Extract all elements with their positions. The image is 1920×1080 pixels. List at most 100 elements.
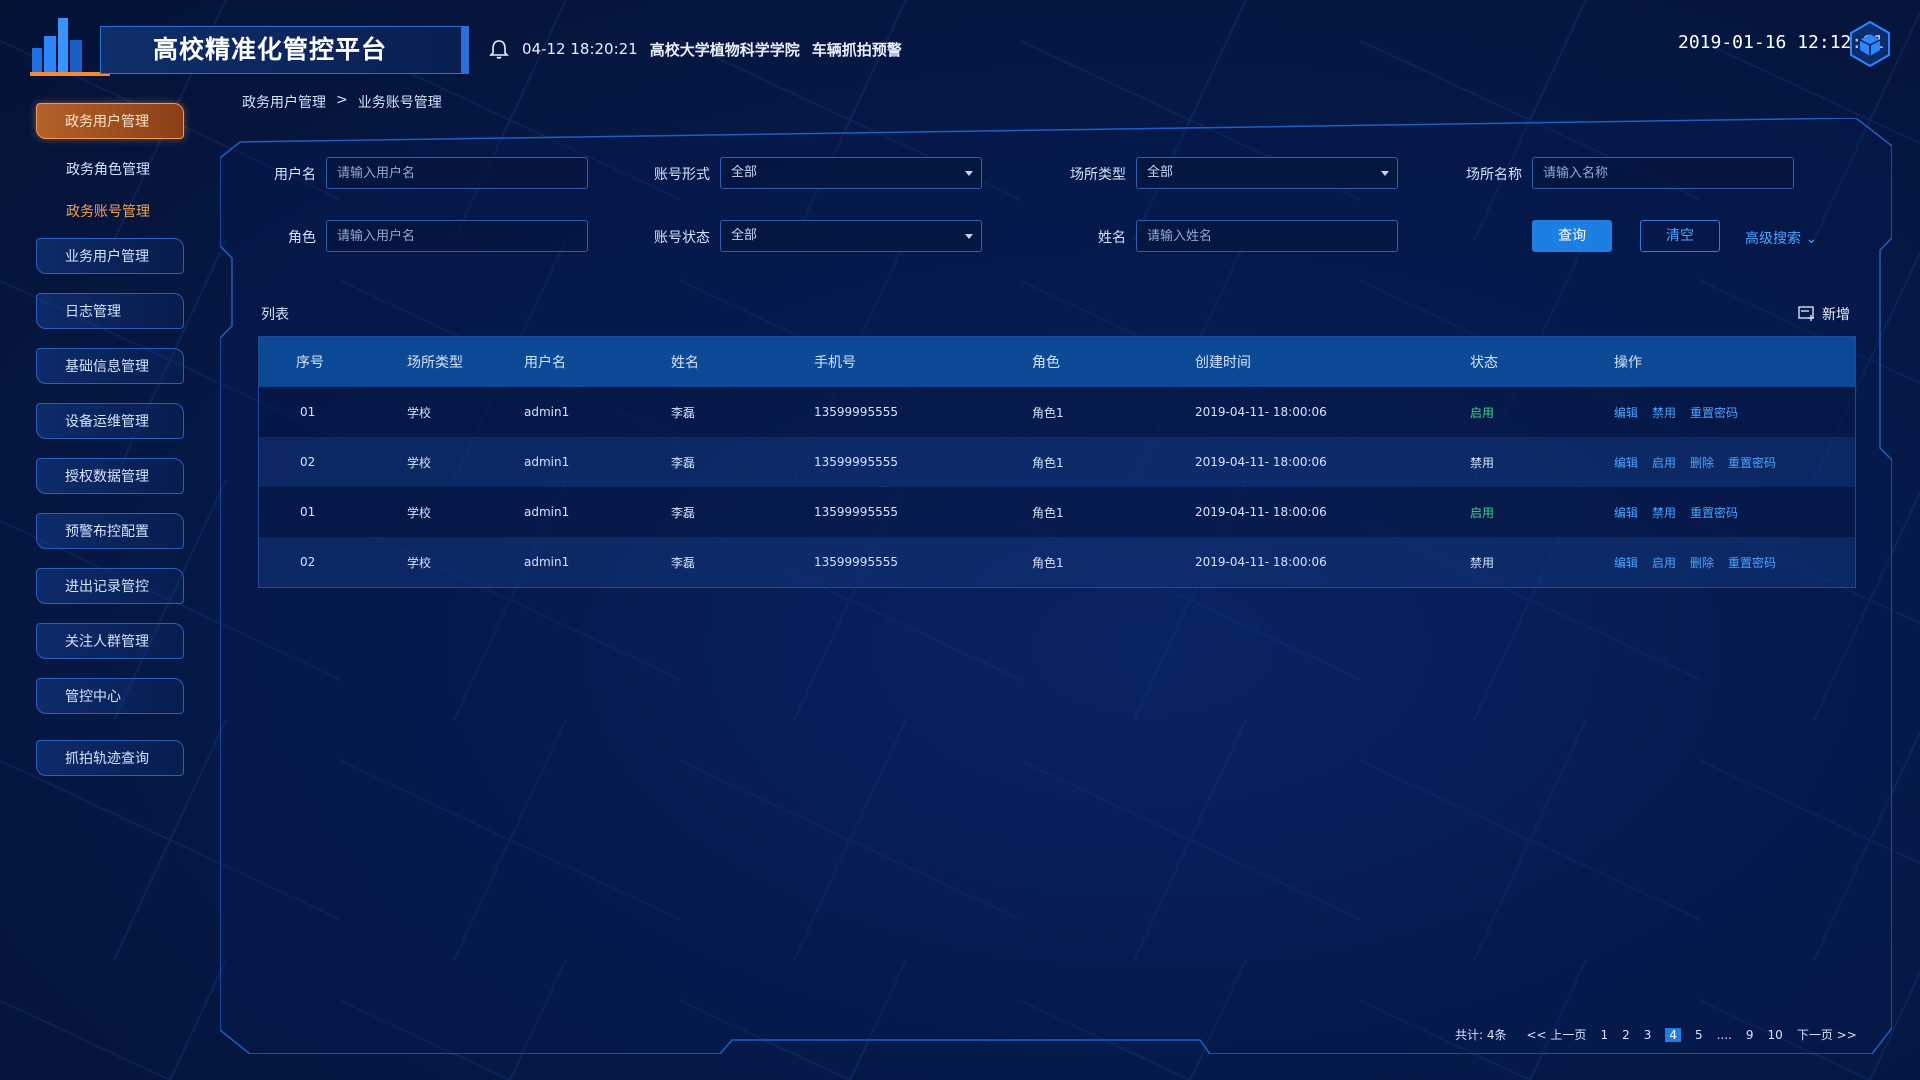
cell-name: 李磊 — [671, 505, 696, 520]
name-input[interactable] — [1136, 220, 1398, 252]
cell-created: 2019-04-11- 18:00:06 — [1195, 555, 1327, 569]
col-header-status: 状态 — [1470, 355, 1498, 371]
sidebar-item-device-ops[interactable]: 设备运维管理 — [36, 403, 184, 439]
cell-phone: 13599995555 — [814, 505, 898, 519]
pagination-page[interactable]: 10 — [1768, 1028, 1783, 1042]
reset-password-link[interactable]: 重置密码 — [1728, 556, 1776, 570]
sidebar-item-gov-accounts[interactable]: 政务账号管理 — [66, 201, 150, 221]
table-row[interactable]: 02 学校 admin1 李磊 13599995555 角色1 2019-04-… — [259, 437, 1855, 487]
edit-link[interactable]: 编辑 — [1614, 406, 1638, 420]
table-row[interactable]: 01 学校 admin1 李磊 13599995555 角色1 2019-04-… — [259, 387, 1855, 437]
sidebar-item-gov-roles[interactable]: 政务角色管理 — [66, 159, 150, 179]
cell-site-type: 学校 — [407, 405, 432, 420]
site-name-label: 场所名称 — [1466, 167, 1522, 183]
cell-site-type: 学校 — [407, 505, 432, 520]
cell-name: 李磊 — [671, 405, 696, 420]
alert-bar[interactable]: 04-12 18:20:21 高校大学植物科学学院 车辆抓拍预警 — [488, 34, 902, 64]
sidebar: 政务用户管理 政务角色管理 政务账号管理 业务用户管理 日志管理 基础信息管理 … — [0, 96, 200, 1080]
chevron-down-icon: ⌄ — [1805, 231, 1818, 247]
cell-username: admin1 — [524, 455, 570, 469]
cell-created: 2019-04-11- 18:00:06 — [1195, 505, 1327, 519]
table-row[interactable]: 01 学校 admin1 李磊 13599995555 角色1 2019-04-… — [259, 487, 1855, 537]
cell-name: 李磊 — [671, 555, 696, 570]
col-header-site-type: 场所类型 — [407, 355, 463, 371]
pagination-page[interactable]: 9 — [1746, 1028, 1754, 1042]
account-status-select[interactable]: 全部 — [720, 220, 982, 252]
hexagon-cube-icon[interactable] — [1848, 20, 1892, 68]
cell-phone: 13599995555 — [814, 555, 898, 569]
sidebar-item-watch-groups[interactable]: 关注人群管理 — [36, 623, 184, 659]
cell-status: 启用 — [1470, 505, 1495, 520]
cell-no: 02 — [300, 555, 316, 569]
account-status-value: 全部 — [731, 228, 758, 243]
query-button[interactable]: 查询 — [1532, 220, 1612, 252]
list-title: 列表 — [261, 307, 289, 323]
add-label: 新增 — [1822, 307, 1850, 323]
site-name-input[interactable] — [1532, 157, 1794, 189]
reset-password-link[interactable]: 重置密码 — [1690, 406, 1738, 420]
sidebar-item-business-users[interactable]: 业务用户管理 — [36, 238, 184, 274]
sidebar-item-access-records[interactable]: 进出记录管控 — [36, 568, 184, 604]
sidebar-item-logs[interactable]: 日志管理 — [36, 293, 184, 329]
chevron-down-icon — [965, 171, 973, 176]
username-input[interactable] — [326, 157, 588, 189]
enable-link[interactable]: 启用 — [1652, 456, 1676, 470]
site-type-select[interactable]: 全部 — [1136, 157, 1398, 189]
cell-phone: 13599995555 — [814, 455, 898, 469]
logo: 高校精准化管控平台 — [30, 18, 469, 76]
edit-link[interactable]: 编辑 — [1614, 556, 1638, 570]
cell-name: 李磊 — [671, 455, 696, 470]
reset-password-link[interactable]: 重置密码 — [1690, 506, 1738, 520]
pagination-page[interactable]: 5 — [1695, 1028, 1703, 1042]
disable-link[interactable]: 禁用 — [1652, 406, 1676, 420]
buildings-icon — [30, 18, 110, 76]
chevron-down-icon — [965, 234, 973, 239]
pagination: 共计: 4条 << 上一页 1 2 3 4 5 .... 9 10 下一页 >> — [1455, 1026, 1871, 1043]
role-label: 角色 — [288, 230, 316, 246]
reset-password-link[interactable]: 重置密码 — [1728, 456, 1776, 470]
clear-button[interactable]: 清空 — [1640, 220, 1720, 252]
cell-username: admin1 — [524, 505, 570, 519]
pagination-page[interactable]: 2 — [1622, 1028, 1630, 1042]
sidebar-item-basic-info[interactable]: 基础信息管理 — [36, 348, 184, 384]
cell-site-type: 学校 — [407, 555, 432, 570]
pagination-page[interactable]: 1 — [1600, 1028, 1608, 1042]
sidebar-item-auth-data[interactable]: 授权数据管理 — [36, 458, 184, 494]
account-form-label: 账号形式 — [654, 167, 710, 183]
cell-role: 角色1 — [1032, 455, 1064, 470]
enable-link[interactable]: 启用 — [1652, 556, 1676, 570]
app-title: 高校精准化管控平台 — [153, 35, 388, 64]
breadcrumb-separator: > — [336, 92, 348, 108]
sidebar-item-control-center[interactable]: 管控中心 — [36, 678, 184, 714]
pagination-page[interactable]: 3 — [1644, 1028, 1652, 1042]
role-input[interactable] — [326, 220, 588, 252]
cell-created: 2019-04-11- 18:00:06 — [1195, 455, 1327, 469]
breadcrumb: 政务用户管理 > 业务账号管理 — [242, 92, 442, 112]
pagination-prev[interactable]: << 上一页 — [1527, 1026, 1587, 1043]
edit-link[interactable]: 编辑 — [1614, 456, 1638, 470]
alert-type: 车辆抓拍预警 — [811, 40, 902, 59]
account-form-select[interactable]: 全部 — [720, 157, 982, 189]
accounts-table: 序号 场所类型 用户名 姓名 手机号 角色 创建时间 状态 操作 01 学校 a… — [258, 336, 1856, 588]
table-row[interactable]: 02 学校 admin1 李磊 13599995555 角色1 2019-04-… — [259, 537, 1855, 587]
pagination-page-current[interactable]: 4 — [1665, 1027, 1681, 1042]
bell-icon[interactable] — [488, 38, 510, 60]
pagination-total: 共计: 4条 — [1455, 1028, 1507, 1042]
pagination-next[interactable]: 下一页 >> — [1797, 1026, 1857, 1043]
cell-username: admin1 — [524, 405, 570, 419]
sidebar-item-gov-users[interactable]: 政务用户管理 — [36, 103, 184, 139]
cell-site-type: 学校 — [407, 455, 432, 470]
delete-link[interactable]: 删除 — [1690, 556, 1714, 570]
col-header-actions: 操作 — [1614, 355, 1642, 371]
edit-link[interactable]: 编辑 — [1614, 506, 1638, 520]
sidebar-item-track-query[interactable]: 抓拍轨迹查询 — [36, 740, 184, 776]
delete-link[interactable]: 删除 — [1690, 456, 1714, 470]
cell-role: 角色1 — [1032, 405, 1064, 420]
breadcrumb-parent[interactable]: 政务用户管理 — [242, 92, 326, 112]
advanced-search-link[interactable]: 高级搜索 ⌄ — [1745, 228, 1817, 248]
disable-link[interactable]: 禁用 — [1652, 506, 1676, 520]
add-icon — [1798, 306, 1814, 321]
account-status-label: 账号状态 — [654, 230, 710, 246]
add-button[interactable]: 新增 — [1798, 304, 1850, 324]
sidebar-item-alert-config[interactable]: 预警布控配置 — [36, 513, 184, 549]
